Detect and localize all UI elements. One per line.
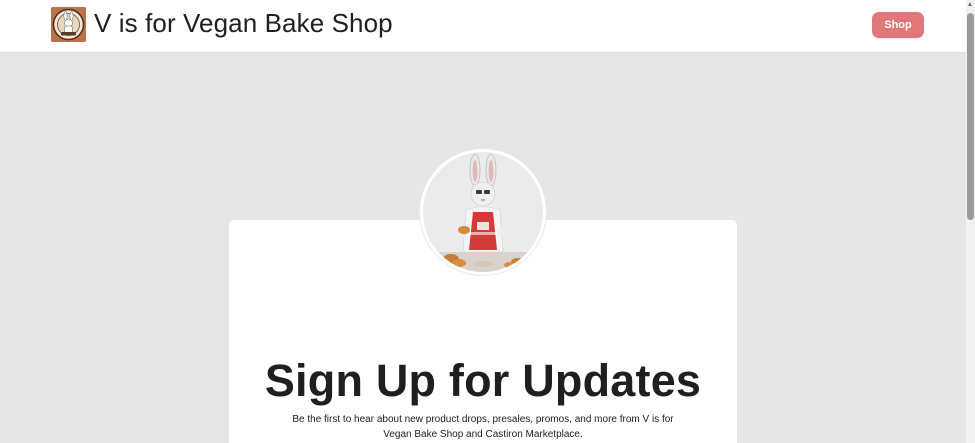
site-title[interactable]: V is for Vegan Bake Shop (94, 7, 393, 39)
page-scrollbar[interactable] (966, 0, 975, 443)
bunny-baker-avatar (420, 149, 546, 275)
bunny-baker-image (423, 152, 543, 272)
shop-button[interactable]: Shop (872, 12, 924, 38)
scroll-up-arrow-icon[interactable] (968, 2, 972, 6)
signup-description: Be the first to hear about new product d… (292, 414, 674, 440)
page: V is for Vegan Bake Shop Shop Sign Up fo… (0, 0, 975, 443)
scroll-thumb[interactable] (967, 13, 974, 220)
signup-title: Sign Up for Updates (264, 355, 702, 406)
bakery-logo-icon[interactable] (51, 7, 86, 42)
site-header: V is for Vegan Bake Shop Shop (0, 0, 966, 53)
